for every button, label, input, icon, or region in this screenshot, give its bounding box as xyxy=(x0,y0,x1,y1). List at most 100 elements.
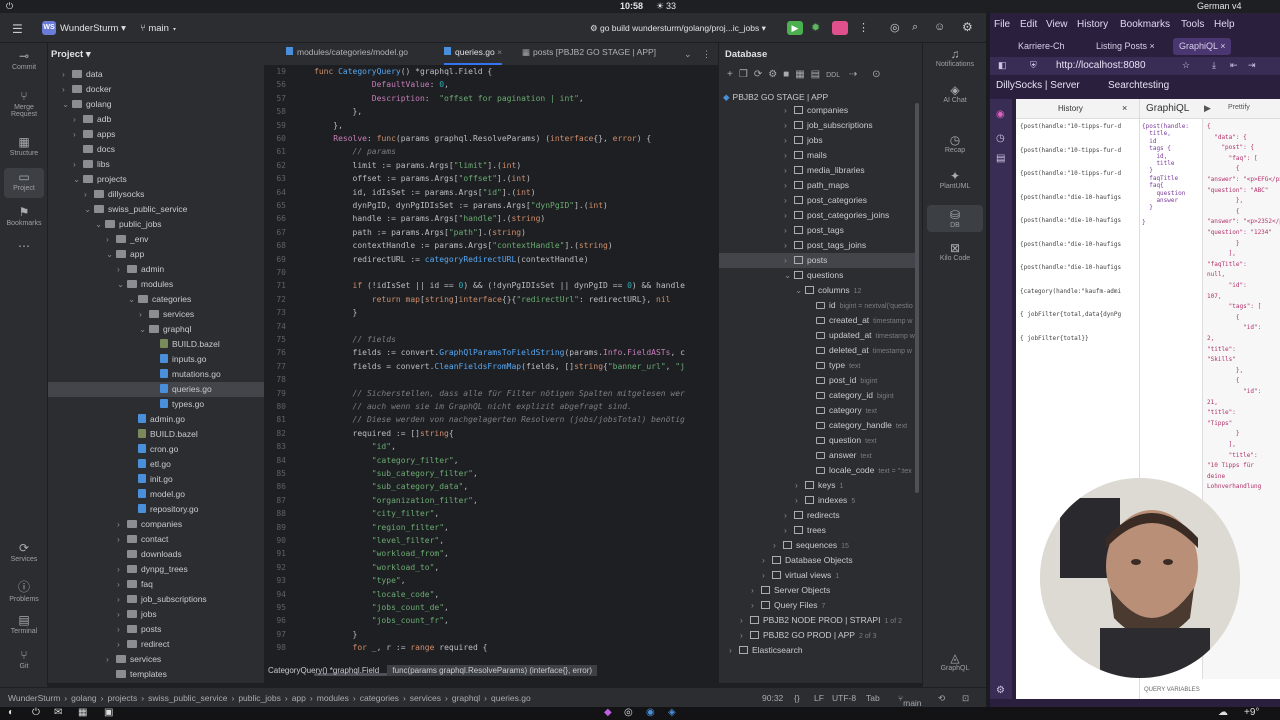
app-icon-2[interactable]: ◎ xyxy=(624,707,633,718)
sidebar-settings-icon[interactable]: ⚙ xyxy=(996,685,1005,696)
bookmark-star-icon[interactable]: ☆ xyxy=(1182,60,1190,71)
db-scrollbar[interactable] xyxy=(915,103,919,493)
db-tree-row[interactable]: › post_tags_joins xyxy=(719,238,915,253)
db-tree-row[interactable]: › Elasticsearch xyxy=(719,643,915,658)
history-item[interactable]: { jobFilter{total}} xyxy=(1020,335,1089,342)
chevron-icon[interactable]: › xyxy=(784,508,794,523)
query-line[interactable]: faqTitle xyxy=(1142,175,1178,182)
tree-folder[interactable]: › jobs xyxy=(48,607,264,622)
chevron-icon[interactable]: › xyxy=(117,562,127,577)
query-line[interactable]: id xyxy=(1142,138,1156,145)
sidebar-bookmarks-icon[interactable]: ▤ xyxy=(996,153,1005,164)
sidebar-ext-icon[interactable]: ◉ xyxy=(996,109,1005,120)
query-line[interactable]: title xyxy=(1142,160,1174,167)
bookmarks-tool-button[interactable]: ⚑ Bookmarks xyxy=(4,205,44,227)
url-bar[interactable]: http://localhost:8080 xyxy=(1056,60,1146,71)
breadcrumb-item[interactable]: WunderSturm xyxy=(8,693,60,703)
tab-posts-db[interactable]: ▦ posts [PBJB2 GO STAGE | APP] xyxy=(522,47,656,65)
chevron-icon[interactable]: ⌄ xyxy=(95,217,105,232)
git-tool-button[interactable]: ⑂ Git xyxy=(4,648,44,670)
chevron-icon[interactable]: › xyxy=(751,583,761,598)
db-tree-row[interactable]: › keys 1 xyxy=(719,478,915,493)
files-icon[interactable]: ▣ xyxy=(104,707,113,718)
code-line[interactable]: // fields xyxy=(314,335,396,344)
chevron-icon[interactable]: ⌄ xyxy=(784,268,794,283)
chevron-icon[interactable]: › xyxy=(784,133,794,148)
chevron-icon[interactable]: › xyxy=(751,598,761,613)
forward-icon[interactable]: ⇥ xyxy=(1248,60,1256,71)
db-tree-row[interactable]: › companies xyxy=(719,103,915,118)
tree-folder[interactable]: › job_subscriptions xyxy=(48,592,264,607)
chevron-icon[interactable]: › xyxy=(773,538,783,553)
terminal-tool-button[interactable]: ▤ Terminal xyxy=(4,613,44,635)
chevron-icon[interactable]: ⌄ xyxy=(62,97,72,112)
code-area[interactable]: 19 func CategoryQuery() *graphql.Field {5… xyxy=(264,65,718,683)
chevron-icon[interactable]: › xyxy=(784,178,794,193)
chevron-icon[interactable]: › xyxy=(139,307,149,322)
breadcrumb-item[interactable]: app xyxy=(292,693,306,703)
db-tree-row[interactable]: ⌄ questions xyxy=(719,268,915,283)
tree-folder[interactable]: ⌄ golang xyxy=(48,97,264,112)
app-icon-4[interactable]: ◈ xyxy=(668,707,676,718)
tree-folder[interactable]: ⌄ graphql xyxy=(48,322,264,337)
console-icon[interactable]: ▤ xyxy=(811,69,826,80)
chevron-icon[interactable]: › xyxy=(784,253,794,268)
db-tree-row[interactable]: post_id bigint xyxy=(719,373,915,388)
code-line[interactable]: Resolve: func(params graphql.ResolvePara… xyxy=(314,134,651,143)
tree-folder[interactable]: › _env xyxy=(48,232,264,247)
db-tree-row[interactable]: updated_at timestamp w xyxy=(719,328,915,343)
tree-folder[interactable]: docs xyxy=(48,142,264,157)
tree-file[interactable]: BUILD.bazel xyxy=(48,337,264,352)
line-ending[interactable]: LF xyxy=(814,693,824,703)
db-tree-row[interactable]: › media_libraries xyxy=(719,163,915,178)
chevron-icon[interactable]: › xyxy=(784,238,794,253)
chevron-icon[interactable]: › xyxy=(762,553,772,568)
query-line[interactable]: question xyxy=(1142,190,1185,197)
chevron-icon[interactable]: › xyxy=(784,208,794,223)
app-icon-3[interactable]: ◉ xyxy=(646,707,655,718)
chevron-icon[interactable]: › xyxy=(784,223,794,238)
chevron-icon[interactable]: ⌄ xyxy=(128,292,138,307)
merge-request-tool-button[interactable]: ⑂ Merge Request xyxy=(4,89,44,118)
problems-tool-button[interactable]: ⓘ Problems xyxy=(4,578,44,603)
code-line[interactable]: path := params.Args["path"].(string) xyxy=(314,228,526,237)
properties-icon[interactable]: ⚙ xyxy=(768,69,783,80)
breadcrumb-item[interactable]: graphql xyxy=(452,693,480,703)
breadcrumb-item[interactable]: projects xyxy=(108,693,138,703)
ddl-button[interactable]: DDL xyxy=(826,72,840,79)
tree-folder[interactable]: downloads xyxy=(48,547,264,562)
history-item[interactable]: {post(handle:"die-10-haufigs xyxy=(1020,241,1121,248)
tree-folder[interactable]: › contact xyxy=(48,532,264,547)
db-tree-row[interactable]: category text xyxy=(719,403,915,418)
db-tree-row[interactable]: › post_categories_joins xyxy=(719,208,915,223)
back-icon[interactable]: ⇤ xyxy=(1230,60,1238,71)
chevron-icon[interactable]: › xyxy=(784,148,794,163)
query-line[interactable]: } xyxy=(1142,204,1153,211)
db-tree-row[interactable]: › Database Objects xyxy=(719,553,915,568)
db-tree-row[interactable]: › virtual views 1 xyxy=(719,568,915,583)
code-line[interactable]: "sub_category_filter", xyxy=(314,469,478,478)
tree-file[interactable]: cron.go xyxy=(48,442,264,457)
code-line[interactable]: limit := params.Args["limit"].(int) xyxy=(314,161,522,170)
chevron-icon[interactable]: › xyxy=(84,187,94,202)
tree-folder[interactable]: › redirect xyxy=(48,637,264,652)
tree-folder[interactable]: ⌄ modules xyxy=(48,277,264,292)
code-line[interactable]: "category_filter", xyxy=(314,456,459,465)
code-line[interactable]: offset := params.Args["offset"].(int) xyxy=(314,174,531,183)
chevron-icon[interactable]: › xyxy=(784,163,794,178)
menu-view[interactable]: View xyxy=(1046,19,1068,30)
history-item[interactable]: {post(handle:"die-10-haufigs xyxy=(1020,217,1121,224)
tabs-more-icon[interactable]: ⋮ xyxy=(702,49,711,60)
query-line[interactable]: id, xyxy=(1142,153,1167,160)
tree-file[interactable]: BUILD.bazel xyxy=(48,427,264,442)
db-tree-row[interactable]: › Server Objects xyxy=(719,583,915,598)
db-tree-row[interactable]: created_at timestamp w xyxy=(719,313,915,328)
power-icon[interactable]: ⏻ xyxy=(32,707,40,718)
code-line[interactable]: "type", xyxy=(314,576,406,585)
ai-assistant-icon[interactable]: ◎ xyxy=(890,21,900,34)
bookmark-searchtesting[interactable]: Searchtesting xyxy=(1108,80,1169,91)
tree-file[interactable]: etl.go xyxy=(48,457,264,472)
chevron-icon[interactable]: › xyxy=(62,67,72,82)
tree-folder[interactable]: › services xyxy=(48,652,264,667)
code-line[interactable]: "level_filter", xyxy=(314,536,444,545)
